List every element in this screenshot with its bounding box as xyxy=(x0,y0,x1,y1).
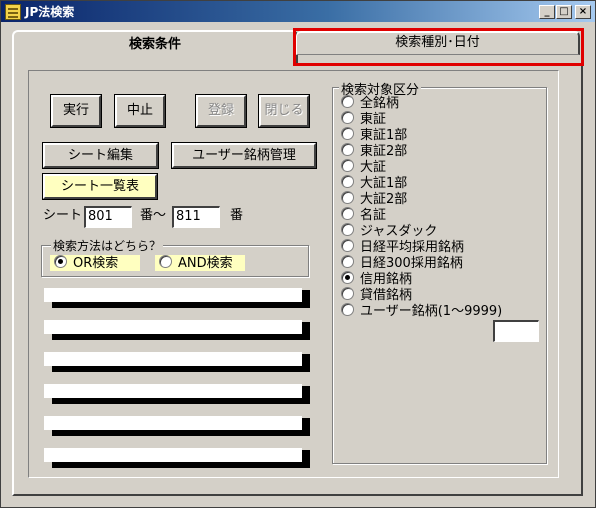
division-option-lending[interactable]: 貸借銘柄 xyxy=(341,287,412,303)
minimize-button[interactable]: _ xyxy=(539,5,555,19)
app-icon xyxy=(5,4,21,20)
division-option-label: 日経300採用銘柄 xyxy=(360,256,463,271)
user-stock-manage-button[interactable]: ユーザー銘柄管理 xyxy=(171,142,317,169)
radio-button-icon xyxy=(341,287,354,300)
division-option-nikkei-avg[interactable]: 日経平均採用銘柄 xyxy=(341,239,464,255)
sheet-row[interactable] xyxy=(44,352,310,372)
sheet-row[interactable] xyxy=(44,416,310,436)
division-option-jasdaq[interactable]: ジャスダック xyxy=(341,223,437,239)
sheet-from-input[interactable]: 801 xyxy=(84,206,132,228)
run-button[interactable]: 実行 xyxy=(50,94,102,128)
division-option-label: 東証 xyxy=(360,112,387,127)
division-option-label: ジャスダック xyxy=(360,224,438,239)
close-window-button[interactable]: × xyxy=(575,5,591,19)
division-option-label: 全銘柄 xyxy=(360,96,400,111)
division-option-nikkei300[interactable]: 日経300採用銘柄 xyxy=(341,255,463,271)
sheet-label: シート xyxy=(43,208,83,223)
radio-button-icon xyxy=(341,95,354,108)
radio-button-icon xyxy=(341,175,354,188)
radio-button-icon xyxy=(341,191,354,204)
division-option-tosho1[interactable]: 東証1部 xyxy=(341,127,407,143)
maximize-button[interactable]: □ xyxy=(556,5,572,19)
division-option-label: 貸借銘柄 xyxy=(360,288,413,303)
division-option-user-stock[interactable]: ユーザー銘柄(1～9999) xyxy=(341,303,502,319)
close-button[interactable]: 閉じる xyxy=(258,94,310,128)
radio-button-icon xyxy=(341,255,354,268)
division-option-meisho[interactable]: 名証 xyxy=(341,207,386,223)
tab-highlight-box xyxy=(293,28,584,66)
radio-button-icon xyxy=(341,127,354,140)
radio-button-icon xyxy=(341,223,354,236)
division-option-label: 東証2部 xyxy=(360,144,408,159)
sheet-row[interactable] xyxy=(44,384,310,404)
title-bar[interactable]: JP法検索 _ □ × xyxy=(1,1,595,22)
sheet-suffix-label: 番 xyxy=(230,208,244,223)
division-option-daisho2[interactable]: 大証2部 xyxy=(341,191,407,207)
sheet-list-button[interactable]: シート一覧表 xyxy=(42,173,158,200)
division-option-label: 大証 xyxy=(360,160,387,175)
division-option-tosho[interactable]: 東証 xyxy=(341,111,386,127)
division-option-margin[interactable]: 信用銘柄 xyxy=(341,271,412,287)
division-option-label: 日経平均採用銘柄 xyxy=(360,240,465,255)
division-option-daisho[interactable]: 大証 xyxy=(341,159,386,175)
division-option-tosho2[interactable]: 東証2部 xyxy=(341,143,407,159)
radio-button-icon xyxy=(54,255,67,268)
window-title: JP法検索 xyxy=(25,5,75,19)
sheet-to-input[interactable]: 811 xyxy=(172,206,220,228)
division-option-label: 大証2部 xyxy=(360,192,408,207)
division-option-label: 名証 xyxy=(360,208,387,223)
and-search-radio[interactable]: AND検索 xyxy=(155,255,245,271)
tab-search-conditions[interactable]: 検索条件 xyxy=(12,30,298,64)
radio-button-icon xyxy=(341,239,354,252)
sheet-row[interactable] xyxy=(44,288,310,308)
radio-button-icon xyxy=(341,303,354,316)
division-option-daisho1[interactable]: 大証1部 xyxy=(341,175,407,191)
or-search-label: OR検索 xyxy=(73,256,119,271)
sheet-range-separator: 番～ xyxy=(140,208,167,223)
division-option-label: 信用銘柄 xyxy=(360,272,413,287)
radio-button-icon xyxy=(341,143,354,156)
radio-button-icon xyxy=(341,207,354,220)
division-option-all[interactable]: 全銘柄 xyxy=(341,95,399,111)
radio-button-icon xyxy=(341,271,354,284)
sheet-row[interactable] xyxy=(44,320,310,340)
sheet-row[interactable] xyxy=(44,448,310,468)
sheet-edit-button[interactable]: シート編集 xyxy=(42,142,159,169)
radio-button-icon xyxy=(341,159,354,172)
radio-button-icon xyxy=(159,255,172,268)
search-method-legend: 検索方法はどちら？ xyxy=(51,237,164,254)
radio-button-icon xyxy=(341,111,354,124)
register-button[interactable]: 登録 xyxy=(195,94,247,128)
or-search-radio[interactable]: OR検索 xyxy=(50,255,140,271)
and-search-label: AND検索 xyxy=(178,256,233,271)
division-option-label: 東証1部 xyxy=(360,128,408,143)
user-stock-code-input[interactable] xyxy=(493,320,539,342)
division-option-label: ユーザー銘柄(1～9999) xyxy=(360,304,503,319)
stop-button[interactable]: 中止 xyxy=(114,94,166,128)
division-option-label: 大証1部 xyxy=(360,176,408,191)
